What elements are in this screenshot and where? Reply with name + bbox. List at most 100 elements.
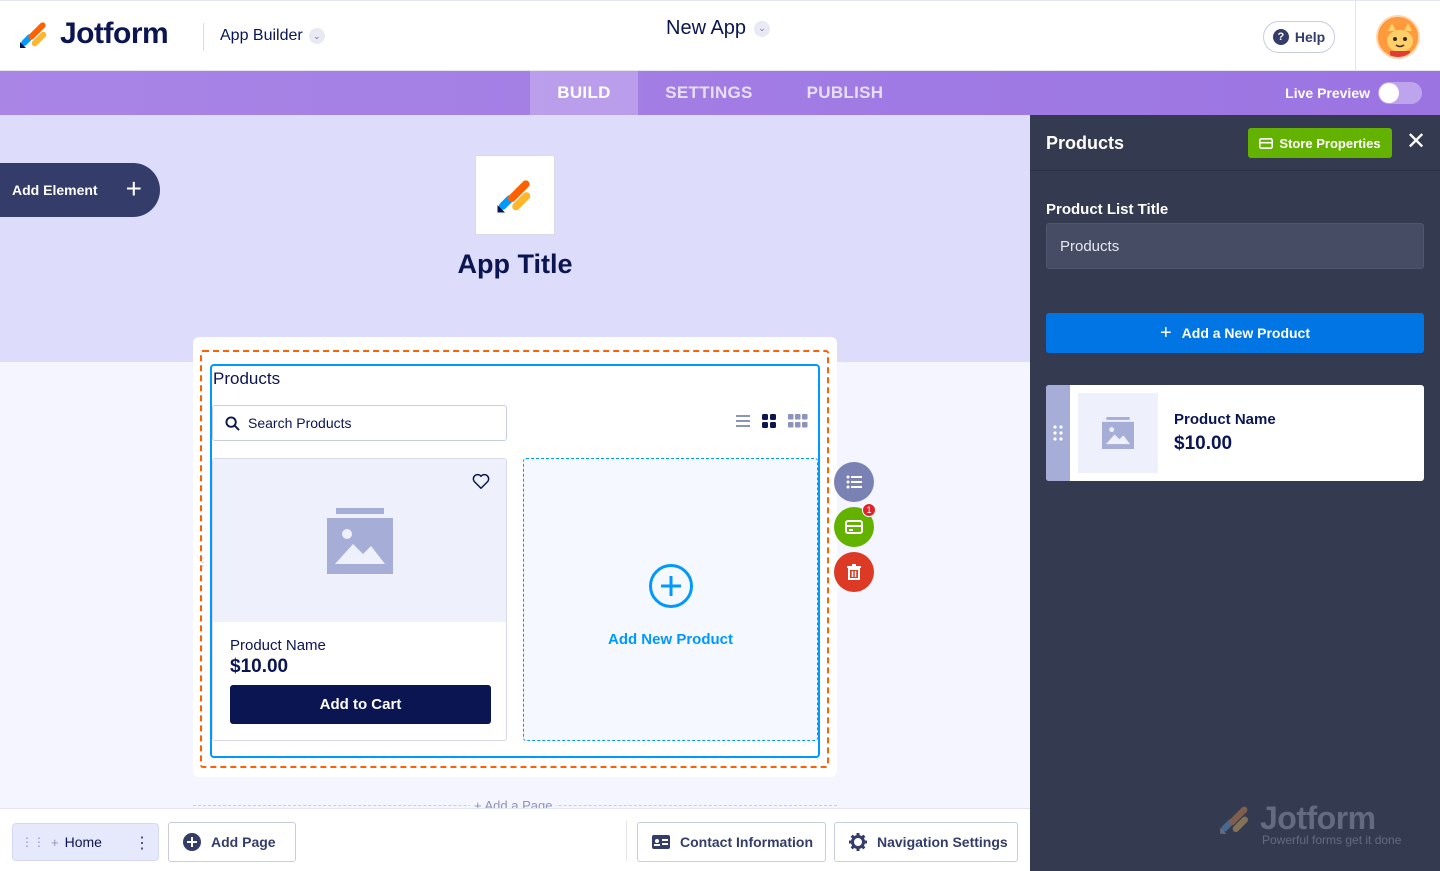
notification-badge: 1 — [862, 503, 876, 517]
delete-element-button[interactable] — [834, 552, 874, 592]
logo-text: Jotform — [60, 17, 169, 50]
contact-card-icon — [652, 835, 670, 849]
compact-grid-view-icon[interactable] — [788, 414, 808, 428]
drag-dots-icon — [1053, 425, 1063, 441]
bottombar-separator — [626, 821, 627, 861]
header-separator — [1355, 1, 1356, 71]
drag-handle-icon[interactable]: ⋮ — [197, 555, 209, 569]
avatar[interactable] — [1376, 15, 1420, 59]
app-title[interactable]: App Title — [415, 249, 615, 280]
live-preview: Live Preview — [1285, 82, 1422, 104]
jotform-logo-icon — [1220, 806, 1249, 834]
product-thumbnail — [1078, 393, 1158, 473]
jotform-logo-icon — [497, 180, 531, 213]
help-label: Help — [1294, 29, 1326, 45]
product-list-item[interactable]: Product Name $10.00 — [1046, 385, 1424, 481]
product-card[interactable]: Product Name $10.00 Add to Cart — [212, 458, 507, 741]
add-to-cart-label: Add to Cart — [319, 696, 402, 713]
product-list-item-price: $10.00 — [1174, 433, 1233, 454]
chevron-down-icon: ⌄ — [754, 20, 771, 37]
top-header: Jotform App Builder ⌄ New App ⌄ ? Help — [0, 0, 1440, 71]
image-placeholder-icon — [1102, 417, 1134, 449]
tab-settings-label: SETTINGS — [665, 83, 753, 102]
tab-build[interactable]: BUILD — [530, 71, 638, 115]
product-list-title-label: Product List Title — [1046, 201, 1169, 218]
canvas-header-bg — [0, 115, 1030, 362]
tab-settings[interactable]: SETTINGS — [648, 71, 770, 115]
payment-card-icon — [1259, 137, 1274, 149]
app-builder-label: App Builder — [220, 27, 303, 44]
watermark-text: Jotform — [1260, 800, 1376, 836]
list-view-icon[interactable] — [736, 415, 750, 427]
product-image-placeholder — [213, 459, 506, 622]
add-to-cart-button[interactable]: Add to Cart — [230, 685, 491, 724]
grid-view-icon[interactable] — [762, 414, 776, 428]
add-new-product-card[interactable]: Add New Product — [523, 458, 818, 741]
live-preview-label: Live Preview — [1285, 85, 1370, 101]
add-new-product-button[interactable]: + Add a New Product — [1046, 313, 1424, 353]
search-input[interactable]: Search Products — [212, 405, 507, 441]
jotform-logo-icon — [20, 22, 47, 48]
product-price: $10.00 — [230, 656, 289, 677]
header-divider — [203, 23, 204, 51]
view-switcher — [736, 414, 808, 428]
builder-tabbar: BUILD SETTINGS PUBLISH Live Preview — [0, 71, 1440, 115]
add-element-label: Add Element — [12, 182, 98, 198]
add-element-button[interactable]: Add Element + — [0, 163, 160, 217]
jotform-logo[interactable]: Jotform — [18, 17, 169, 51]
app-builder-menu[interactable]: App Builder ⌄ — [220, 27, 325, 45]
bottom-bar: ⋮⋮ + Home ⋮ Add Page Contact Information — [0, 808, 1030, 871]
add-circle-icon — [183, 833, 201, 851]
tab-build-label: BUILD — [557, 83, 611, 102]
image-placeholder-icon — [326, 507, 393, 574]
live-preview-toggle[interactable] — [1378, 82, 1422, 104]
add-new-product-label: Add New Product — [607, 631, 733, 648]
toggle-knob — [1379, 83, 1399, 103]
panel-title: Products — [1046, 133, 1125, 153]
plus-icon: + — [1159, 322, 1172, 344]
drag-handle-icon[interactable] — [1046, 385, 1070, 481]
heart-icon[interactable] — [472, 473, 490, 490]
tab-publish[interactable]: PUBLISH — [792, 71, 898, 115]
store-properties-button[interactable]: Store Properties — [1248, 128, 1392, 158]
plus-icon: + — [125, 173, 142, 204]
drag-handle-icon[interactable]: ⋮⋮ — [21, 835, 45, 849]
close-icon[interactable]: ✕ — [1406, 129, 1426, 155]
gear-icon — [849, 833, 867, 851]
app-canvas: Add Element + App Title ⋮ Products Searc… — [0, 115, 1030, 808]
product-list-item-name: Product Name — [1174, 411, 1276, 428]
add-page-button[interactable]: Add Page — [168, 822, 296, 862]
payment-card-icon — [845, 520, 863, 534]
watermark-subtitle: Powerful forms get it done — [1262, 833, 1402, 847]
avatar-cat-icon — [1378, 17, 1418, 57]
home-plus-icon: + — [51, 834, 59, 850]
chevron-down-icon: ⌄ — [308, 28, 325, 44]
product-list-settings-button[interactable] — [834, 462, 874, 502]
question-icon: ? — [1272, 29, 1289, 45]
store-properties-label: Store Properties — [1279, 135, 1381, 151]
panel-header: Products Store Properties ✕ — [1030, 115, 1440, 171]
home-label: Home — [64, 834, 102, 850]
contact-information-button[interactable]: Contact Information — [637, 822, 826, 862]
product-list-title-input[interactable]: Products — [1046, 223, 1424, 269]
navigation-settings-label: Navigation Settings — [877, 834, 1008, 850]
app-icon[interactable] — [475, 155, 555, 235]
help-button[interactable]: ? Help — [1263, 21, 1335, 53]
plus-circle-icon — [648, 564, 693, 608]
navigation-settings-button[interactable]: Navigation Settings — [834, 822, 1018, 862]
add-page-label: Add Page — [211, 834, 276, 850]
search-placeholder: Search Products — [248, 415, 352, 431]
app-name-menu[interactable]: New App ⌄ — [666, 17, 771, 40]
jotform-watermark: Jotform Powerful forms get it done — [1218, 800, 1401, 847]
product-name: Product Name — [230, 637, 326, 654]
store-properties-button[interactable]: 1 — [834, 503, 876, 547]
add-new-product-label: Add a New Product — [1181, 325, 1311, 341]
contact-information-label: Contact Information — [680, 834, 813, 850]
more-options-icon[interactable]: ⋮ — [134, 833, 150, 853]
app-name-label: New App — [666, 17, 747, 39]
search-icon — [225, 415, 240, 431]
page-tab-home[interactable]: ⋮⋮ + Home ⋮ — [12, 823, 159, 861]
product-list-title: Products — [213, 369, 281, 388]
properties-panel: Products Store Properties ✕ Product List… — [1030, 115, 1440, 871]
add-page-inline[interactable]: + Add a Page — [470, 798, 557, 808]
